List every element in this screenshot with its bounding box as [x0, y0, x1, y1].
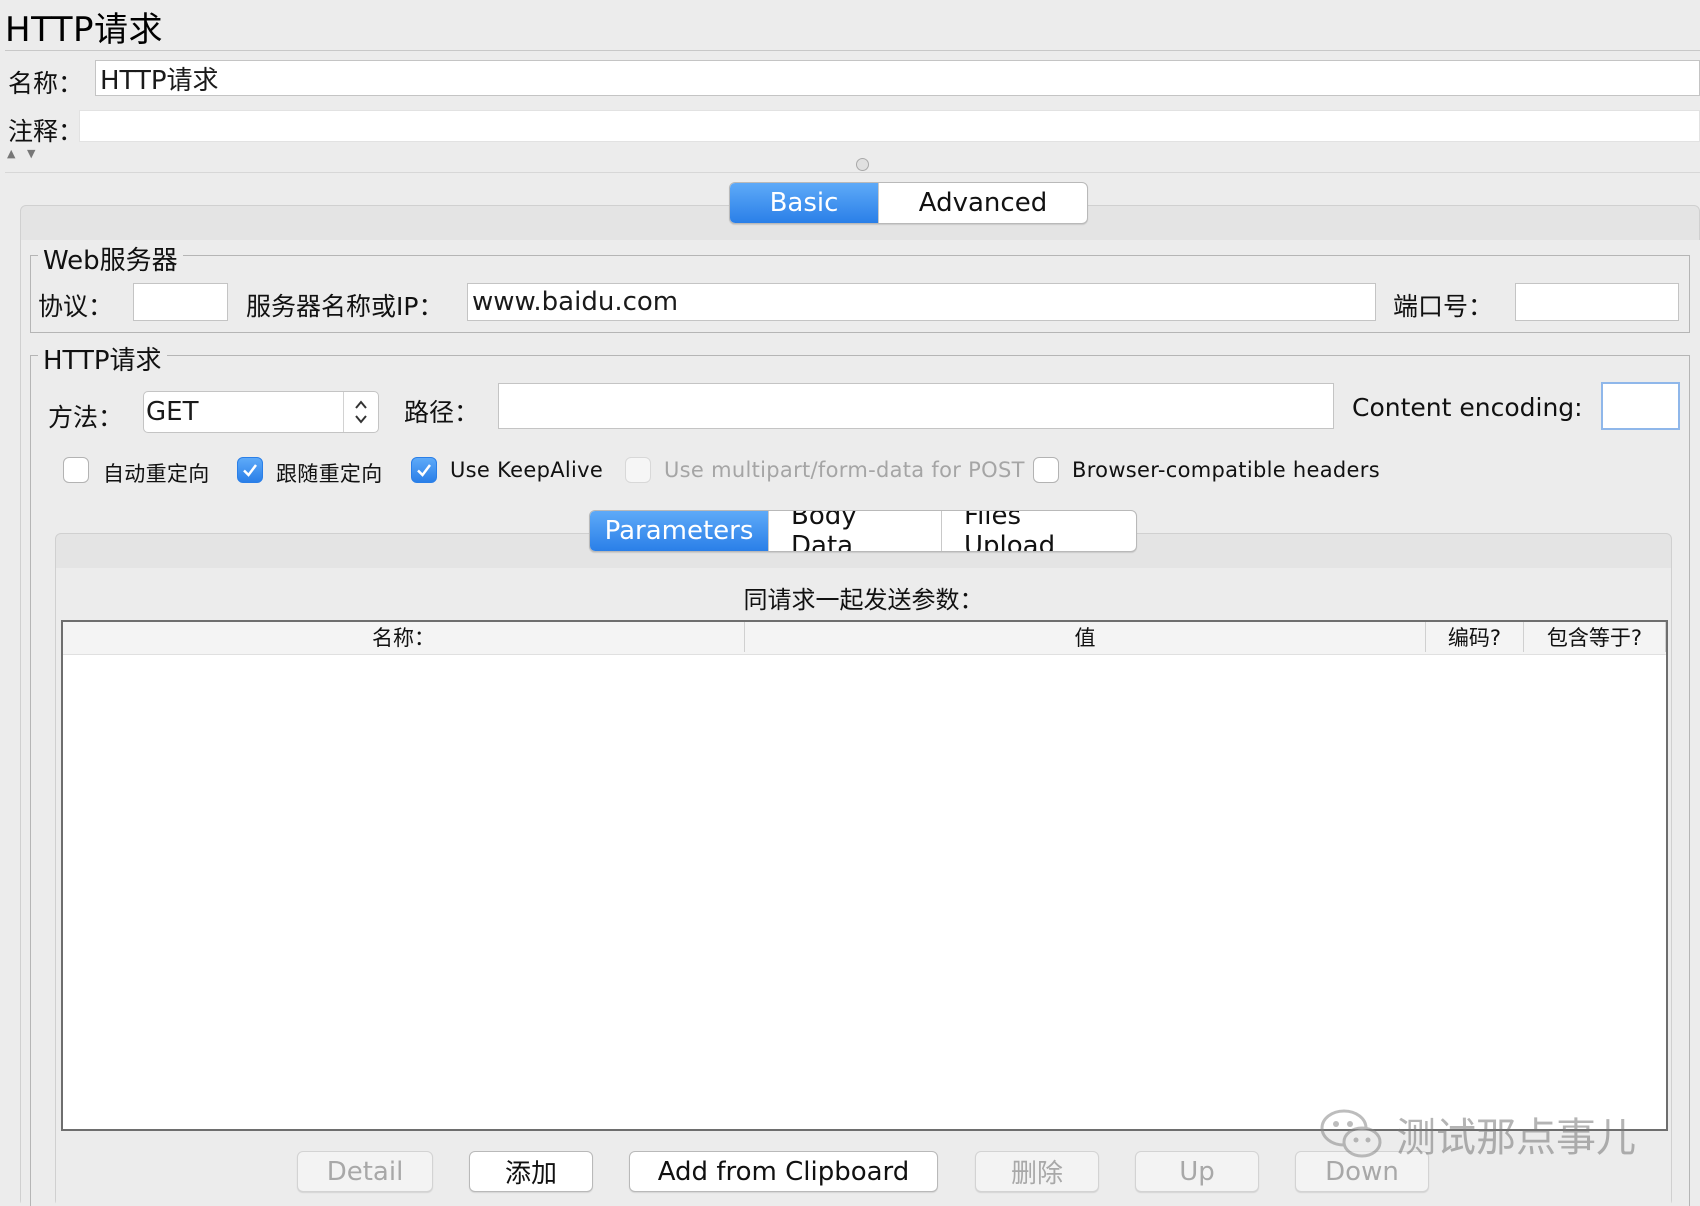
encoding-field[interactable]	[1601, 382, 1680, 430]
add-from-clipboard-button[interactable]: Add from Clipboard	[629, 1151, 938, 1192]
encoding-label: Content encoding:	[1352, 393, 1583, 422]
multipart-checkbox	[625, 457, 651, 483]
column-header-encode[interactable]: 编码?	[1426, 622, 1524, 652]
multipart-label: Use multipart/form-data for POST	[664, 458, 1025, 482]
follow-redirect-checkbox[interactable]	[237, 457, 263, 483]
method-value: GET	[146, 397, 199, 427]
path-label: 路径：	[404, 398, 480, 427]
tab-parameters[interactable]: Parameters	[590, 511, 768, 551]
server-field[interactable]: www.baidu.com	[467, 283, 1376, 321]
table-header: 名称： 值 编码? 包含等于?	[63, 622, 1666, 655]
port-field[interactable]	[1515, 283, 1679, 321]
column-header-name[interactable]: 名称：	[63, 622, 745, 652]
http-request-title: HTTP请求	[38, 340, 167, 377]
keepalive-label: Use KeepAlive	[450, 458, 604, 482]
splitter-line	[5, 172, 1700, 173]
column-header-include-equals[interactable]: 包含等于?	[1524, 622, 1666, 652]
port-label: 端口号：	[1393, 292, 1494, 321]
up-button[interactable]: Up	[1135, 1151, 1259, 1192]
collapse-up-icon[interactable]: ▲	[7, 147, 15, 160]
watermark-text: 测试那点事儿	[1396, 1115, 1636, 1161]
keepalive-checkbox[interactable]	[411, 457, 437, 483]
web-server-title: Web服务器	[38, 240, 183, 277]
follow-redirect-label: 跟随重定向	[276, 462, 383, 486]
params-heading: 同请求一起发送参数：	[743, 586, 984, 614]
sub-tab-bar: Parameters Body Data Files Upload	[589, 510, 1137, 552]
comment-label: 注释：	[8, 117, 84, 146]
method-label: 方法：	[48, 403, 124, 432]
method-select[interactable]: GET	[143, 391, 379, 433]
splitter-grip-icon[interactable]	[856, 158, 869, 171]
browser-headers-checkbox[interactable]	[1033, 457, 1059, 483]
path-field[interactable]	[498, 383, 1334, 429]
collapse-down-icon[interactable]: ▼	[27, 147, 35, 160]
auto-redirect-checkbox[interactable]	[63, 457, 89, 483]
protocol-label: 协议：	[38, 292, 114, 321]
tab-files-upload[interactable]: Files Upload	[941, 511, 1136, 551]
tab-advanced[interactable]: Advanced	[878, 183, 1087, 223]
comment-field[interactable]	[79, 110, 1700, 142]
params-table[interactable]: 名称： 值 编码? 包含等于?	[61, 620, 1668, 1131]
watermark: 测试那点事儿	[1318, 1105, 1636, 1163]
checkmark-icon	[243, 464, 257, 477]
detail-button[interactable]: Detail	[297, 1151, 433, 1192]
add-button[interactable]: 添加	[469, 1151, 593, 1192]
server-label: 服务器名称或IP：	[246, 292, 444, 321]
up-down-chevron-icon[interactable]	[343, 392, 378, 432]
tab-basic[interactable]: Basic	[730, 183, 878, 223]
name-label: 名称：	[8, 69, 84, 98]
title-divider	[5, 50, 1700, 51]
auto-redirect-label: 自动重定向	[103, 462, 210, 486]
page-title: HTTP请求	[5, 10, 164, 50]
column-header-value[interactable]: 值	[745, 622, 1426, 652]
name-field[interactable]: HTTP请求	[95, 60, 1700, 96]
tab-body-data[interactable]: Body Data	[768, 511, 941, 551]
main-tab-bar: Basic Advanced	[729, 182, 1088, 224]
wechat-icon	[1320, 1109, 1382, 1158]
delete-button[interactable]: 删除	[975, 1151, 1099, 1192]
protocol-field[interactable]	[133, 283, 228, 321]
checkmark-icon	[417, 464, 431, 477]
browser-headers-label: Browser-compatible headers	[1072, 458, 1380, 482]
